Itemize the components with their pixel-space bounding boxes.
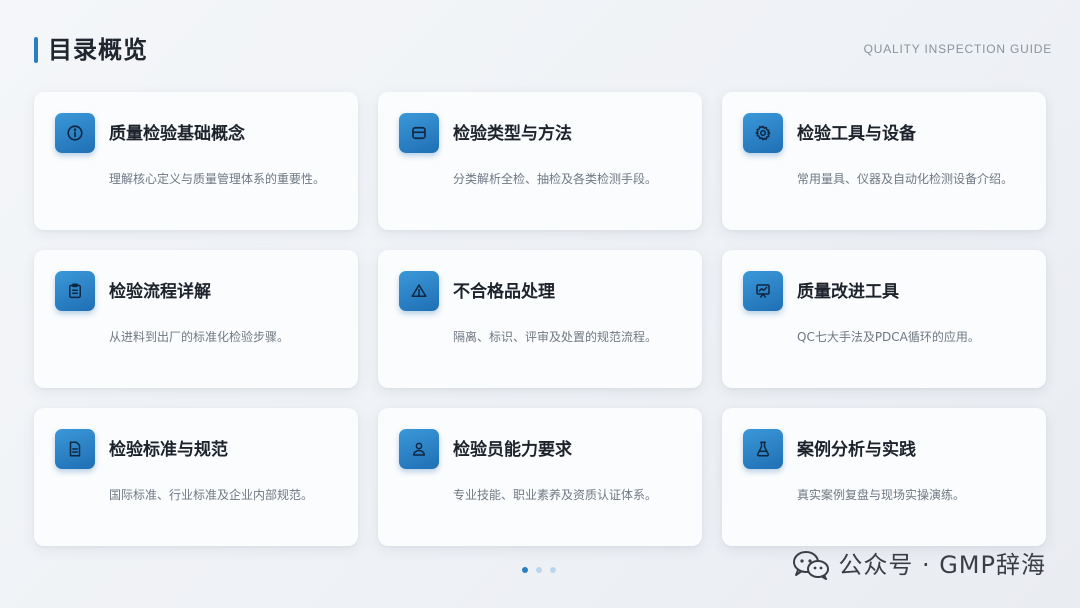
card-description: 专业技能、职业素养及资质认证体系。 xyxy=(453,488,658,502)
title-accent-bar xyxy=(34,37,38,63)
info-icon xyxy=(55,113,95,153)
document-icon xyxy=(55,429,95,469)
toc-grid: 质量检验基础概念 理解核心定义与质量管理体系的重要性。 检验类型与方法 分类解析… xyxy=(34,92,1046,546)
toc-card-standards[interactable]: 检验标准与规范 国际标准、行业标准及企业内部规范。 xyxy=(34,408,358,546)
toc-card-case-studies[interactable]: 案例分析与实践 真实案例复盘与现场实操演练。 xyxy=(722,408,1046,546)
card-description: 理解核心定义与质量管理体系的重要性。 xyxy=(109,172,326,186)
layers-icon xyxy=(399,113,439,153)
card-title: 检验流程详解 xyxy=(109,282,211,302)
pagination-dot-3[interactable] xyxy=(550,567,556,573)
header: 目录概览 QUALITY INSPECTION GUIDE xyxy=(34,34,1054,66)
watermark: 公众号 · GMP辞海 xyxy=(792,549,1046,581)
card-description: 隔离、标识、评审及处置的规范流程。 xyxy=(453,330,658,344)
user-icon xyxy=(399,429,439,469)
watermark-text: 公众号 · GMP辞海 xyxy=(838,551,1046,579)
toc-card-inspection-process[interactable]: 检验流程详解 从进料到出厂的标准化检验步骤。 xyxy=(34,250,358,388)
clipboard-icon xyxy=(55,271,95,311)
pagination-dots xyxy=(522,567,556,575)
wechat-icon xyxy=(793,551,830,580)
card-title: 检验标准与规范 xyxy=(109,440,228,460)
chart-board-icon xyxy=(743,271,783,311)
toc-card-inspection-types[interactable]: 检验类型与方法 分类解析全检、抽检及各类检测手段。 xyxy=(378,92,702,230)
card-description: 国际标准、行业标准及企业内部规范。 xyxy=(109,488,314,502)
toc-card-quality-improvement[interactable]: 质量改进工具 QC七大手法及PDCA循环的应用。 xyxy=(722,250,1046,388)
pagination-dot-2[interactable] xyxy=(536,567,542,573)
card-title: 质量检验基础概念 xyxy=(109,124,245,144)
card-title: 不合格品处理 xyxy=(453,282,555,302)
pagination-dot-1[interactable] xyxy=(522,567,528,573)
page-title: 目录概览 xyxy=(48,36,148,64)
card-title: 检验类型与方法 xyxy=(453,124,572,144)
card-title: 检验员能力要求 xyxy=(453,440,572,460)
card-title: 案例分析与实践 xyxy=(797,440,916,460)
card-title: 质量改进工具 xyxy=(797,282,899,302)
card-description: 分类解析全检、抽检及各类检测手段。 xyxy=(453,172,658,186)
card-description: 真实案例复盘与现场实操演练。 xyxy=(797,488,966,502)
gear-icon xyxy=(743,113,783,153)
card-title: 检验工具与设备 xyxy=(797,124,916,144)
warning-icon xyxy=(399,271,439,311)
toc-card-nonconforming[interactable]: 不合格品处理 隔离、标识、评审及处置的规范流程。 xyxy=(378,250,702,388)
toc-card-basic-concepts[interactable]: 质量检验基础概念 理解核心定义与质量管理体系的重要性。 xyxy=(34,92,358,230)
card-description: 从进料到出厂的标准化检验步骤。 xyxy=(109,330,290,344)
flask-icon xyxy=(743,429,783,469)
page-subtitle: QUALITY INSPECTION GUIDE xyxy=(863,42,1052,56)
toc-card-tools-equipment[interactable]: 检验工具与设备 常用量具、仪器及自动化检测设备介绍。 xyxy=(722,92,1046,230)
card-description: QC七大手法及PDCA循环的应用。 xyxy=(797,330,980,344)
card-description: 常用量具、仪器及自动化检测设备介绍。 xyxy=(797,172,1014,186)
toc-card-inspector-skills[interactable]: 检验员能力要求 专业技能、职业素养及资质认证体系。 xyxy=(378,408,702,546)
